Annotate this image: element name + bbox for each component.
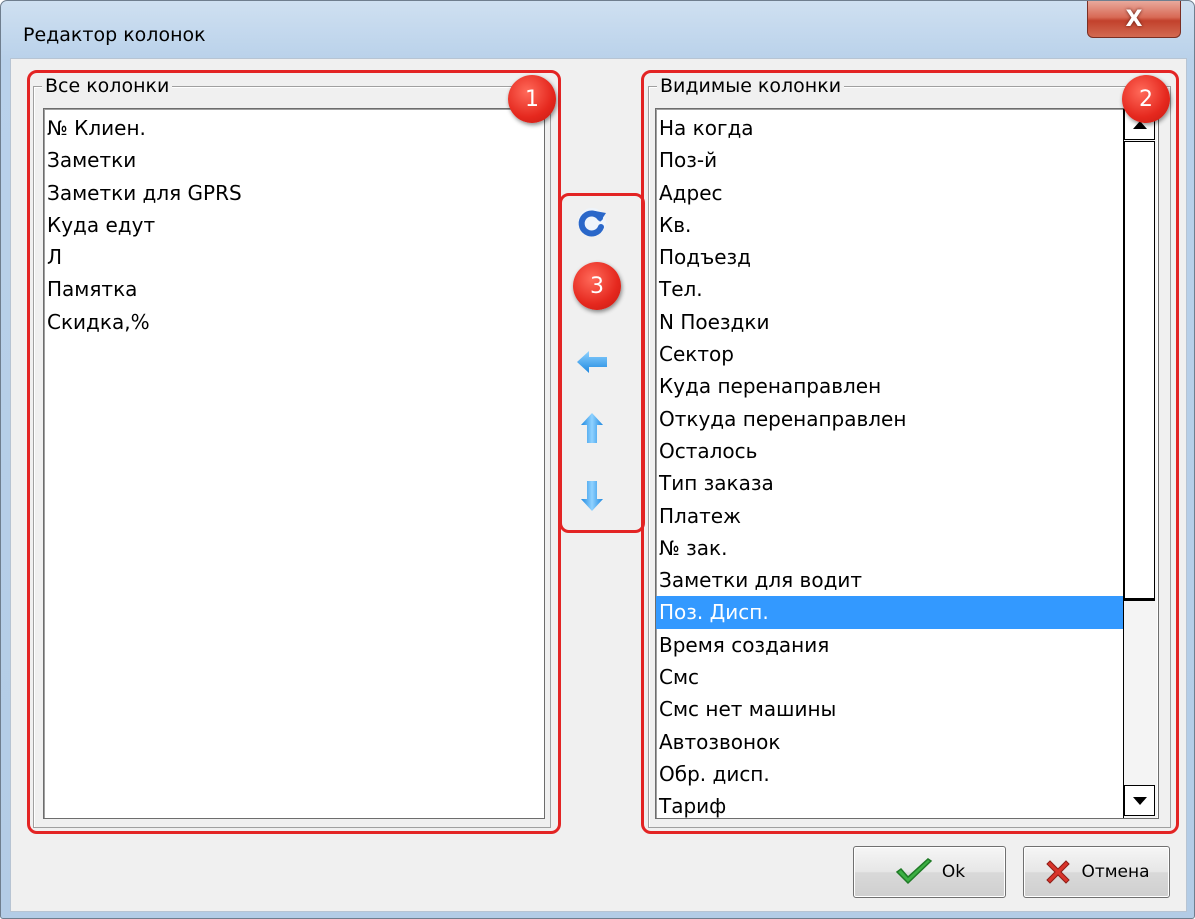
close-icon: X bbox=[1125, 6, 1143, 32]
annotation-box-2 bbox=[641, 70, 1179, 834]
cancel-button[interactable]: Отмена bbox=[1023, 846, 1170, 898]
annotation-badge-1: 1 bbox=[508, 75, 556, 123]
annotation-badge-3: 3 bbox=[573, 262, 621, 310]
cross-icon bbox=[1046, 860, 1071, 884]
annotation-box-1 bbox=[27, 70, 561, 834]
close-button[interactable]: X bbox=[1087, 1, 1181, 38]
checkmark-icon bbox=[895, 858, 933, 885]
ok-label: Ok bbox=[941, 862, 966, 882]
window-title: Редактор колонок bbox=[23, 24, 206, 46]
annotation-box-3 bbox=[559, 193, 645, 533]
ok-button[interactable]: Ok bbox=[853, 846, 1006, 898]
cancel-label: Отмена bbox=[1081, 862, 1150, 882]
annotation-badge-2: 2 bbox=[1122, 75, 1170, 123]
